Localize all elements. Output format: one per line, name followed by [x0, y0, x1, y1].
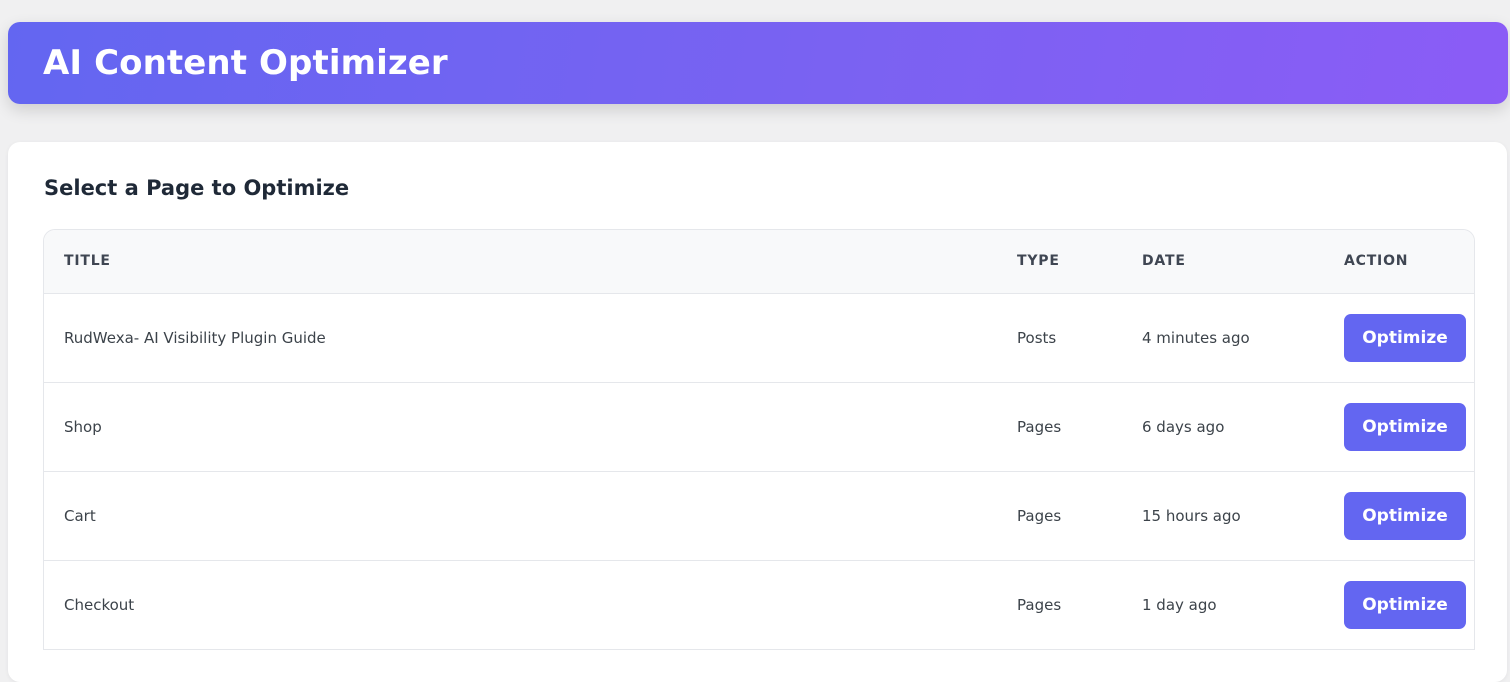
optimize-button[interactable]: Optimize	[1344, 402, 1466, 451]
row-type: Pages	[997, 382, 1122, 472]
row-date: 15 hours ago	[1122, 471, 1324, 561]
pages-table-container: TITLE TYPE DATE ACTION RudWexa- AI Visib…	[43, 229, 1475, 650]
row-action-cell: Optimize	[1324, 471, 1474, 561]
row-action-cell: Optimize	[1324, 382, 1474, 472]
app-header: AI Content Optimizer	[8, 22, 1508, 104]
row-date: 1 day ago	[1122, 560, 1324, 650]
app-title: AI Content Optimizer	[43, 43, 448, 83]
row-title: Checkout	[44, 560, 997, 650]
table-row: Checkout Pages 1 day ago Optimize	[44, 560, 1474, 650]
column-header-action: ACTION	[1324, 230, 1474, 294]
optimize-button[interactable]: Optimize	[1344, 491, 1466, 540]
row-type: Pages	[997, 471, 1122, 561]
table-row: RudWexa- AI Visibility Plugin Guide Post…	[44, 293, 1474, 383]
table-header-row: TITLE TYPE DATE ACTION	[44, 230, 1474, 294]
column-header-title: TITLE	[44, 230, 997, 294]
row-title: Shop	[44, 382, 997, 472]
row-date: 6 days ago	[1122, 382, 1324, 472]
table-row: Shop Pages 6 days ago Optimize	[44, 382, 1474, 472]
optimize-button[interactable]: Optimize	[1344, 313, 1466, 362]
row-action-cell: Optimize	[1324, 560, 1474, 650]
row-title: RudWexa- AI Visibility Plugin Guide	[44, 293, 997, 383]
page-selection-card: Select a Page to Optimize TITLE TYPE DAT…	[8, 142, 1507, 682]
row-action-cell: Optimize	[1324, 293, 1474, 383]
column-header-type: TYPE	[997, 230, 1122, 294]
column-header-date: DATE	[1122, 230, 1324, 294]
row-title: Cart	[44, 471, 997, 561]
row-date: 4 minutes ago	[1122, 293, 1324, 383]
table-row: Cart Pages 15 hours ago Optimize	[44, 471, 1474, 561]
optimize-button[interactable]: Optimize	[1344, 580, 1466, 629]
section-title: Select a Page to Optimize	[44, 176, 350, 200]
row-type: Posts	[997, 293, 1122, 383]
pages-table: TITLE TYPE DATE ACTION RudWexa- AI Visib…	[44, 230, 1474, 650]
row-type: Pages	[997, 560, 1122, 650]
